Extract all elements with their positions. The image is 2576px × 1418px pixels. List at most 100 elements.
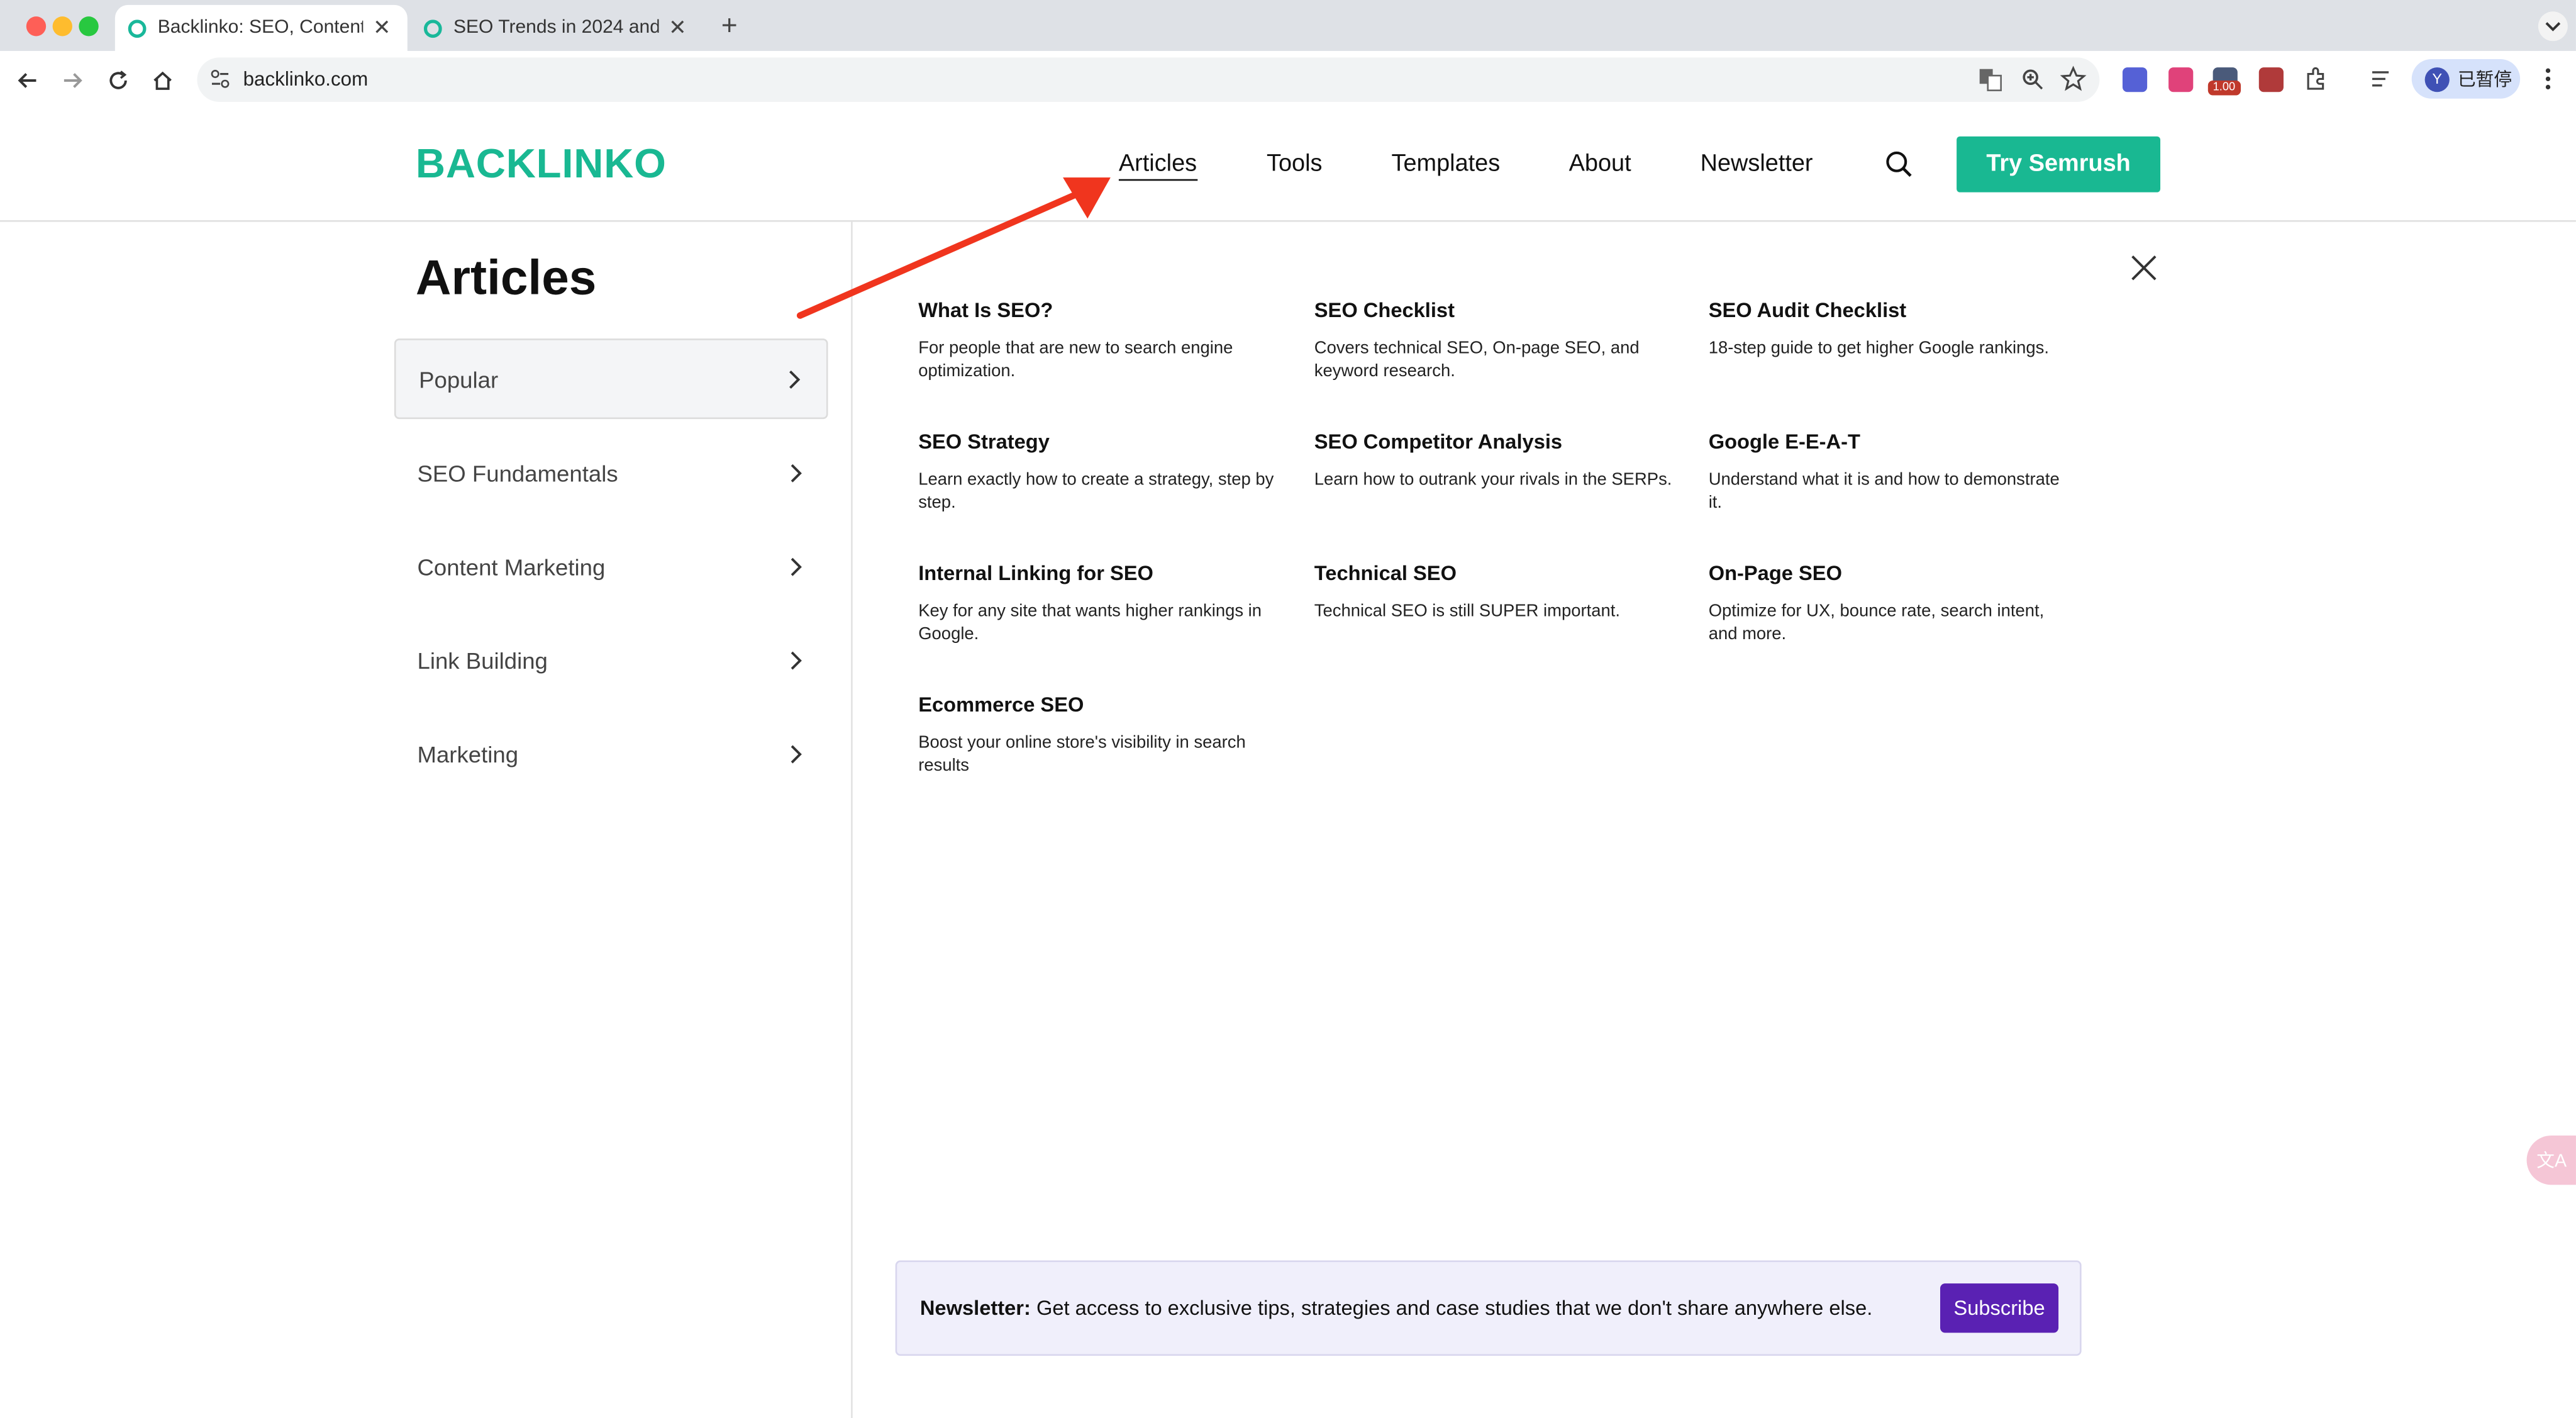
extension-badge: 1.00	[2207, 80, 2241, 96]
tab-title: SEO Trends in 2024 and How to	[453, 18, 659, 38]
article-title: SEO Audit Checklist	[1708, 299, 1907, 322]
browser-toolbar: backlinko.com 1.00 Y 已暂停	[0, 50, 2576, 112]
menu-heading: Articles	[415, 251, 597, 306]
url-text[interactable]: backlinko.com	[243, 67, 369, 91]
extension-translate-icon[interactable]	[2168, 67, 2194, 92]
nav-tools[interactable]: Tools	[1267, 151, 1322, 177]
article-description: Learn how to outrank your rivals in the …	[1314, 470, 1672, 490]
reload-button[interactable]	[105, 67, 131, 94]
article-title: Internal Linking for SEO	[918, 562, 1153, 585]
window-zoom-button[interactable]	[79, 16, 99, 36]
article-title: SEO Strategy	[918, 430, 1050, 454]
article-title: SEO Competitor Analysis	[1314, 430, 1563, 454]
site-settings-icon[interactable]	[209, 67, 232, 91]
window-close-button[interactable]	[26, 16, 47, 36]
article-description: Key for any site that wants higher ranki…	[918, 601, 1262, 644]
browser-tab-strip: Backlinko: SEO, Content Marketing ✕ SEO …	[0, 0, 2576, 51]
article-title: Technical SEO	[1314, 562, 1457, 585]
article-title: Google E-E-A-T	[1708, 430, 1860, 454]
article-link[interactable]: SEO Strategy Learn exactly how to create…	[918, 430, 1276, 514]
category-label: Popular	[419, 366, 499, 393]
article-link[interactable]: Technical SEO Technical SEO is still SUP…	[1314, 562, 1672, 623]
article-description: Boost your online store's visibility in …	[918, 733, 1246, 776]
articles-category-pane: Articles Popular SEO Fundamentals Conten…	[0, 221, 853, 1418]
avatar: Y	[2424, 66, 2450, 91]
extension-monitor-icon[interactable]	[2258, 67, 2284, 92]
forward-button[interactable]	[59, 67, 86, 94]
category-link-building[interactable]: Link Building	[394, 620, 828, 700]
chevron-down-icon	[2545, 22, 2561, 31]
category-content-marketing[interactable]: Content Marketing	[394, 526, 828, 606]
nav-newsletter[interactable]: Newsletter	[1701, 151, 1813, 177]
profile-button[interactable]: Y 已暂停	[2411, 59, 2521, 99]
article-link[interactable]: Google E-E-A-T Understand what it is and…	[1709, 430, 2067, 514]
address-bar[interactable]: backlinko.com	[197, 57, 2100, 102]
extensions-puzzle-icon[interactable]	[2303, 65, 2329, 92]
newsletter-text: Newsletter: Get access to exclusive tips…	[920, 1297, 1873, 1320]
search-icon[interactable]	[1884, 150, 1914, 179]
zoom-icon[interactable]	[2021, 67, 2045, 92]
category-label: Link Building	[417, 646, 548, 673]
chevron-right-icon	[789, 369, 801, 388]
bookmark-star-icon[interactable]	[2060, 65, 2087, 92]
back-arrow-icon	[18, 73, 36, 88]
category-seo-fundamentals[interactable]: SEO Fundamentals	[394, 432, 828, 513]
tab-close-icon[interactable]: ✕	[373, 15, 391, 42]
subscribe-button[interactable]: Subscribe	[1940, 1283, 2059, 1333]
reload-icon	[109, 70, 127, 89]
home-button[interactable]	[150, 67, 176, 94]
site-header: BACKLINKO Articles Tools Templates About…	[0, 110, 2576, 222]
nav-templates[interactable]: Templates	[1392, 151, 1501, 177]
category-popular[interactable]: Popular	[394, 338, 828, 420]
floating-translate-widget[interactable]: 文A	[2526, 1136, 2576, 1185]
backlinko-logo[interactable]: BACKLINKO	[416, 142, 667, 189]
annotation-arrow-icon	[796, 177, 1111, 319]
chevron-right-icon	[791, 650, 802, 669]
article-description: Learn exactly how to create a strategy, …	[918, 470, 1274, 513]
newsletter-message: Get access to exclusive tips, strategies…	[1036, 1297, 1873, 1320]
article-link[interactable]: SEO Checklist Covers technical SEO, On-p…	[1314, 299, 1672, 382]
article-title: On-Page SEO	[1708, 562, 1843, 585]
try-semrush-button[interactable]: Try Semrush	[1957, 136, 2161, 193]
article-link[interactable]: Ecommerce SEO Boost your online store's …	[918, 693, 1276, 777]
newsletter-banner: Newsletter: Get access to exclusive tips…	[895, 1260, 2082, 1356]
article-link[interactable]: Internal Linking for SEO Key for any sit…	[918, 562, 1276, 645]
article-description: Optimize for UX, bounce rate, search int…	[1708, 601, 2045, 644]
backlinko-favicon-icon	[423, 19, 442, 37]
chevron-right-icon	[791, 744, 802, 763]
article-title: SEO Checklist	[1314, 299, 1455, 322]
article-description: For people that are new to search engine…	[918, 338, 1233, 382]
article-link[interactable]: SEO Audit Checklist 18-step guide to get…	[1709, 299, 2067, 360]
article-link[interactable]: SEO Competitor Analysis Learn how to out…	[1314, 430, 1672, 491]
category-marketing[interactable]: Marketing	[394, 713, 828, 794]
article-link[interactable]: On-Page SEO Optimize for UX, bounce rate…	[1709, 562, 2067, 645]
article-description: Covers technical SEO, On-page SEO, and k…	[1314, 338, 1640, 382]
chevron-right-icon	[791, 463, 802, 482]
category-label: Content Marketing	[417, 553, 606, 579]
category-label: Marketing	[417, 740, 519, 767]
new-tab-button[interactable]: +	[721, 10, 738, 43]
back-button[interactable]	[15, 67, 42, 94]
tab-search-button[interactable]	[2538, 11, 2568, 42]
article-description: Understand what it is and how to demonst…	[1708, 470, 2060, 513]
close-icon[interactable]	[2129, 253, 2158, 282]
browser-tab[interactable]: SEO Trends in 2024 and How to ✕	[411, 5, 703, 51]
reading-list-icon[interactable]	[2369, 65, 2396, 92]
extension-tdk-icon[interactable]	[2122, 67, 2148, 92]
browser-tab-active[interactable]: Backlinko: SEO, Content Marketing ✕	[114, 4, 408, 51]
home-icon	[153, 71, 172, 90]
article-description: 18-step guide to get higher Google ranki…	[1708, 338, 2050, 359]
nav-about[interactable]: About	[1569, 151, 1631, 177]
more-menu-icon[interactable]	[2538, 65, 2558, 92]
translate-icon[interactable]	[1978, 67, 2002, 92]
article-description: Technical SEO is still SUPER important.	[1314, 601, 1621, 622]
article-title: Ecommerce SEO	[918, 693, 1084, 717]
nav-articles[interactable]: Articles	[1118, 151, 1197, 181]
backlinko-favicon-icon	[128, 19, 147, 37]
chevron-right-icon	[791, 557, 802, 576]
translate-icon: 文A	[2536, 1152, 2567, 1172]
tab-close-icon[interactable]: ✕	[669, 15, 686, 42]
tab-title: Backlinko: SEO, Content Marketing	[157, 18, 364, 38]
category-label: SEO Fundamentals	[417, 459, 618, 486]
window-minimize-button[interactable]	[52, 16, 72, 36]
